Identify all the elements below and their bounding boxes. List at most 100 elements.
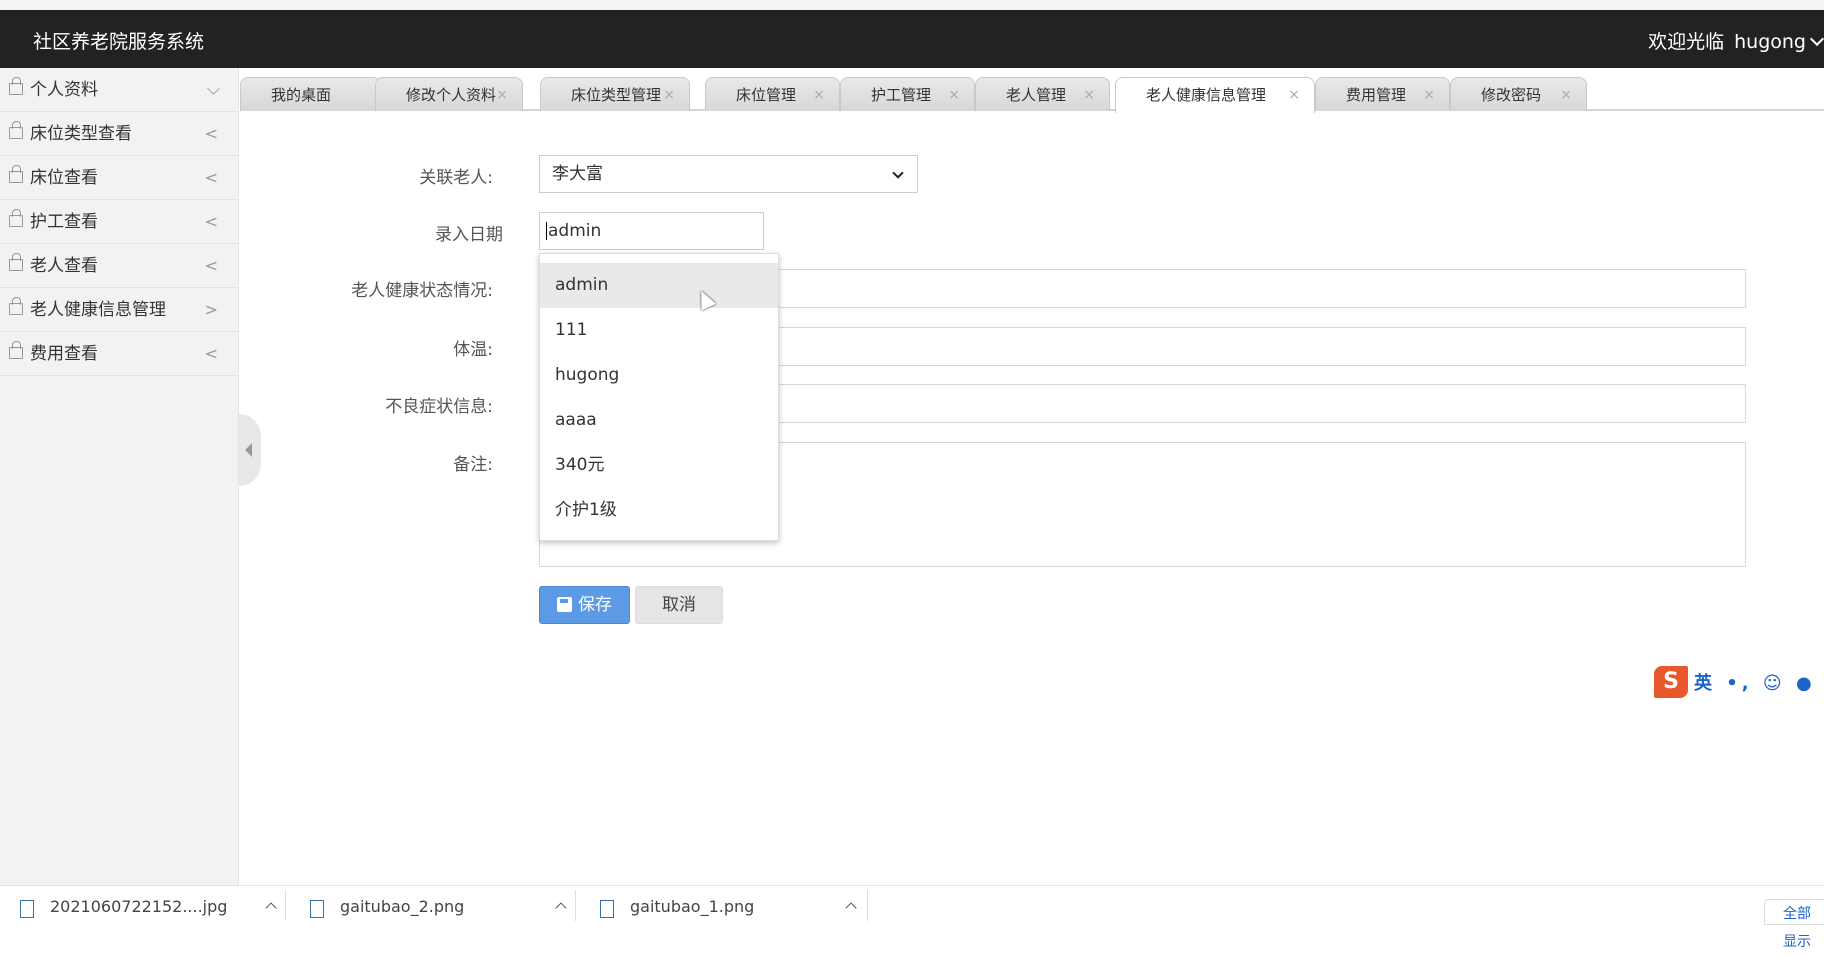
lock-icon: [9, 341, 23, 359]
chevron-up-icon[interactable]: [555, 902, 567, 914]
file-icon: [600, 900, 614, 918]
date-label: 录入日期: [435, 225, 503, 245]
download-item[interactable]: 2021060722152....jpg: [0, 886, 285, 921]
tab-bar: 我的桌面 修改个人资料 × 床位类型管理 × 床位管理 × 护工管理 × 老人管…: [240, 77, 1824, 113]
ime-toolbar[interactable]: S 英 •, ☺ ● ▦: [1654, 664, 1824, 700]
sidebar-collapse-handle[interactable]: [239, 414, 261, 486]
autocomplete-option[interactable]: admin: [540, 263, 778, 308]
sidebar-item-health-info[interactable]: 老人健康信息管理 >: [0, 288, 238, 332]
date-input[interactable]: admin: [539, 212, 764, 250]
cancel-button[interactable]: 取消: [635, 586, 723, 624]
download-item[interactable]: gaitubao_2.png: [290, 886, 575, 921]
chevron-up-icon[interactable]: [845, 902, 857, 914]
autocomplete-option[interactable]: hugong: [540, 353, 778, 398]
sidebar-item-elders[interactable]: 老人查看 <: [0, 244, 238, 288]
save-button-label: 保存: [578, 595, 612, 615]
tab-health-info-mgmt[interactable]: 老人健康信息管理 ×: [1115, 77, 1315, 113]
tab-label: 修改个人资料: [406, 86, 497, 104]
sidebar-item-fees[interactable]: 费用查看 <: [0, 332, 238, 376]
tab-bed-mgmt[interactable]: 床位管理 ×: [705, 77, 840, 111]
close-icon[interactable]: ×: [663, 78, 675, 112]
punctuation-icon[interactable]: •,: [1726, 673, 1752, 694]
sidebar-item-profile[interactable]: 个人资料: [0, 68, 238, 112]
tab-caregiver-mgmt[interactable]: 护工管理 ×: [840, 77, 975, 111]
tab-label: 我的桌面: [271, 86, 332, 104]
autocomplete-option[interactable]: 340元: [540, 443, 778, 488]
tab-label: 床位管理: [736, 86, 797, 104]
tab-label: 床位类型管理: [571, 86, 662, 104]
sidebar-item-bed-types[interactable]: 床位类型查看 <: [0, 112, 238, 156]
date-input-value: admin: [548, 221, 602, 241]
symptom-label: 不良症状信息:: [385, 397, 493, 417]
lock-icon: [9, 121, 23, 139]
tab-label: 老人健康信息管理: [1146, 86, 1267, 104]
sidebar: 个人资料 床位类型查看 < 床位查看 < 护工查看 < 老人查看 < 老人健康信…: [0, 68, 239, 885]
lock-icon: [9, 253, 23, 271]
tab-label: 费用管理: [1346, 86, 1407, 104]
close-icon[interactable]: ×: [1560, 78, 1572, 112]
sidebar-item-label: 护工查看: [30, 212, 98, 232]
cancel-button-label: 取消: [662, 595, 696, 615]
top-navbar: 社区养老院服务系统 欢迎光临 hugong: [0, 0, 1824, 68]
sidebar-item-label: 费用查看: [30, 344, 98, 364]
chevron-left-icon: <: [204, 168, 218, 187]
elder-select[interactable]: 李大富: [539, 155, 918, 193]
chevron-up-icon[interactable]: [265, 902, 277, 914]
divider: [867, 890, 868, 921]
tab-change-password[interactable]: 修改密码 ×: [1450, 77, 1587, 111]
sogou-logo-icon: S: [1654, 666, 1688, 698]
autocomplete-option[interactable]: 111: [540, 308, 778, 353]
chevron-left-icon: <: [204, 212, 218, 231]
chevron-left-icon: <: [204, 124, 218, 143]
microphone-icon[interactable]: ●: [1796, 673, 1816, 694]
file-icon: [20, 900, 34, 918]
download-filename: gaitubao_2.png: [340, 897, 465, 916]
username: hugong: [1734, 31, 1806, 53]
sidebar-item-label: 床位类型查看: [30, 124, 132, 144]
lock-icon: [9, 77, 23, 95]
sidebar-item-label: 床位查看: [30, 168, 98, 188]
file-icon: [310, 900, 324, 918]
chevron-left-icon: <: [204, 344, 218, 363]
elder-label: 关联老人:: [419, 168, 493, 188]
tab-fee-mgmt[interactable]: 费用管理 ×: [1315, 77, 1450, 111]
emoji-icon[interactable]: ☺: [1763, 673, 1786, 694]
user-menu[interactable]: 欢迎光临 hugong: [1648, 27, 1824, 54]
sidebar-item-caregivers[interactable]: 护工查看 <: [0, 200, 238, 244]
tab-edit-profile[interactable]: 修改个人资料 ×: [375, 77, 523, 111]
download-item[interactable]: gaitubao_1.png: [580, 886, 865, 921]
close-icon[interactable]: ×: [813, 78, 825, 112]
lock-icon: [9, 165, 23, 183]
save-button[interactable]: 保存: [539, 586, 630, 624]
tab-bed-type-mgmt[interactable]: 床位类型管理 ×: [540, 77, 690, 111]
app-title: 社区养老院服务系统: [33, 31, 205, 53]
save-icon: [557, 597, 572, 612]
health-label: 老人健康状态情况:: [351, 281, 493, 301]
tab-desktop[interactable]: 我的桌面: [240, 77, 381, 111]
tab-label: 护工管理: [871, 86, 932, 104]
chevron-left-icon: <: [204, 256, 218, 275]
lock-icon: [9, 297, 23, 315]
close-icon[interactable]: ×: [1288, 78, 1300, 112]
remark-label: 备注:: [453, 455, 493, 475]
ime-status: 英 •, ☺ ● ▦: [1694, 669, 1824, 695]
tab-elder-mgmt[interactable]: 老人管理 ×: [975, 77, 1110, 111]
show-all-downloads-button[interactable]: 全部显示: [1764, 899, 1824, 950]
temperature-label: 体温:: [453, 340, 493, 360]
close-icon[interactable]: ×: [496, 78, 508, 112]
sidebar-item-label: 老人健康信息管理: [30, 300, 166, 320]
close-icon[interactable]: ×: [1423, 78, 1435, 112]
autocomplete-option[interactable]: aaaa: [540, 398, 778, 443]
sidebar-item-beds[interactable]: 床位查看 <: [0, 156, 238, 200]
divider: [285, 890, 286, 921]
chevron-down-icon: [892, 167, 904, 179]
sidebar-item-label: 个人资料: [30, 80, 98, 100]
close-icon[interactable]: ×: [948, 78, 960, 112]
tab-label: 修改密码: [1481, 86, 1542, 104]
close-icon[interactable]: ×: [1083, 78, 1095, 112]
chevron-down-icon: [207, 82, 220, 95]
download-filename: gaitubao_1.png: [630, 897, 755, 916]
ime-mode[interactable]: 英: [1694, 673, 1716, 694]
tab-label: 老人管理: [1006, 86, 1067, 104]
autocomplete-option[interactable]: 介护1级: [540, 488, 778, 533]
